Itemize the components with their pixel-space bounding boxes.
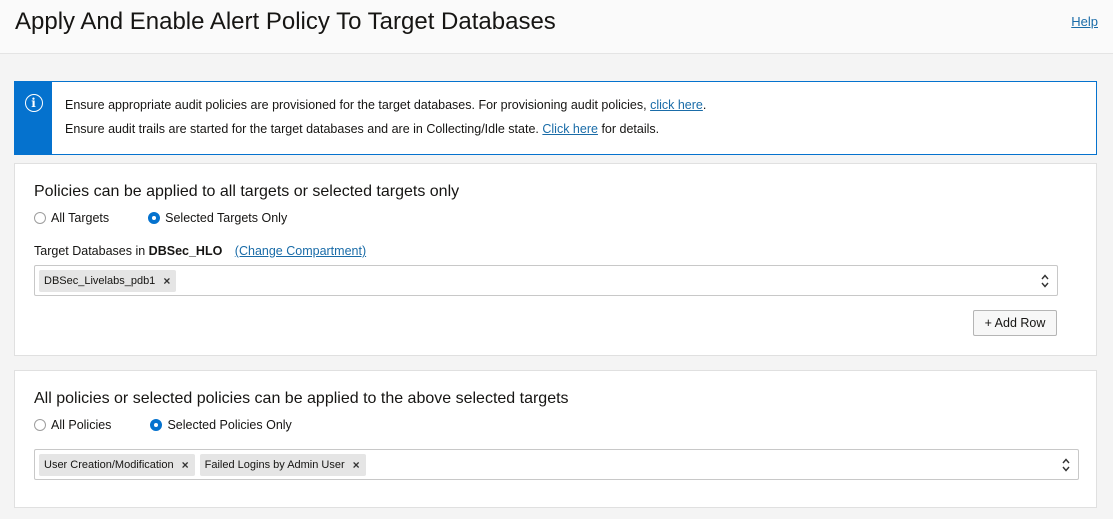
target-chip-label: DBSec_Livelabs_pdb1 bbox=[44, 274, 156, 287]
add-row-button[interactable]: + Add Row bbox=[973, 310, 1057, 336]
remove-chip-icon[interactable]: × bbox=[163, 274, 170, 288]
target-chip: DBSec_Livelabs_pdb1 × bbox=[39, 269, 177, 292]
target-label-prefix: Target Databases in bbox=[34, 244, 146, 258]
policies-radio-group: All Policies Selected Policies Only bbox=[34, 418, 331, 432]
info-line-1-text: Ensure appropriate audit policies are pr… bbox=[65, 98, 647, 112]
remove-chip-icon[interactable]: × bbox=[182, 458, 189, 472]
target-databases-label: Target Databases in DBSec_HLO (Change Co… bbox=[34, 244, 366, 258]
all-targets-radio-circle[interactable] bbox=[34, 212, 46, 224]
all-targets-label: All Targets bbox=[51, 211, 110, 225]
policy-chip-label: Failed Logins by Admin User bbox=[204, 458, 345, 471]
selected-policies-label: Selected Policies Only bbox=[167, 418, 292, 432]
selected-targets-radio[interactable]: Selected Targets Only bbox=[148, 211, 287, 225]
policy-chip: User Creation/Modification × bbox=[39, 453, 195, 476]
info-line-2-text: Ensure audit trails are started for the … bbox=[65, 122, 539, 136]
info-line-1-end: . bbox=[702, 98, 707, 112]
chevron-up-down-icon[interactable] bbox=[1061, 456, 1071, 474]
info-icon: i bbox=[24, 94, 43, 112]
page-title: Apply And Enable Alert Policy To Target … bbox=[15, 8, 556, 35]
all-policies-label: All Policies bbox=[51, 418, 112, 432]
info-text: Ensure appropriate audit policies are pr… bbox=[52, 82, 706, 154]
all-targets-radio[interactable]: All Targets bbox=[34, 211, 109, 225]
provision-policies-link[interactable]: click here bbox=[650, 98, 703, 112]
policies-heading: All policies or selected policies can be… bbox=[34, 390, 569, 407]
selected-policies-radio-circle[interactable] bbox=[150, 419, 163, 431]
selected-targets-radio-circle[interactable] bbox=[148, 212, 161, 224]
selected-targets-label: Selected Targets Only bbox=[165, 211, 288, 225]
policies-panel: All policies or selected policies can be… bbox=[14, 370, 1097, 508]
remove-chip-icon[interactable]: × bbox=[353, 458, 360, 472]
chevron-up-down-icon[interactable] bbox=[1040, 272, 1050, 290]
targets-panel: Policies can be applied to all targets o… bbox=[14, 163, 1097, 356]
audit-trails-link[interactable]: Click here bbox=[542, 122, 598, 136]
policy-chip-label: User Creation/Modification bbox=[44, 458, 174, 471]
policies-select[interactable]: User Creation/Modification × Failed Logi… bbox=[34, 449, 1079, 480]
targets-radio-group: All Targets Selected Targets Only bbox=[34, 211, 326, 225]
policy-chip: Failed Logins by Admin User × bbox=[199, 453, 366, 476]
info-line-2-end: for details. bbox=[601, 122, 660, 136]
compartment-name: DBSec_HLO bbox=[148, 244, 223, 258]
change-compartment-link[interactable]: (Change Compartment) bbox=[235, 244, 366, 258]
all-policies-radio[interactable]: All Policies bbox=[34, 418, 111, 432]
page-header: Apply And Enable Alert Policy To Target … bbox=[0, 0, 1113, 54]
info-line-1: Ensure appropriate audit policies are pr… bbox=[65, 93, 706, 117]
selected-policies-radio[interactable]: Selected Policies Only bbox=[150, 418, 292, 432]
all-policies-radio-circle[interactable] bbox=[34, 419, 46, 431]
info-strip: i bbox=[15, 82, 52, 154]
target-databases-select[interactable]: DBSec_Livelabs_pdb1 × bbox=[34, 265, 1058, 296]
info-line-2: Ensure audit trails are started for the … bbox=[65, 117, 706, 141]
info-banner: i Ensure appropriate audit policies are … bbox=[14, 81, 1097, 155]
help-link[interactable]: Help bbox=[1071, 14, 1098, 29]
targets-heading: Policies can be applied to all targets o… bbox=[34, 183, 460, 200]
